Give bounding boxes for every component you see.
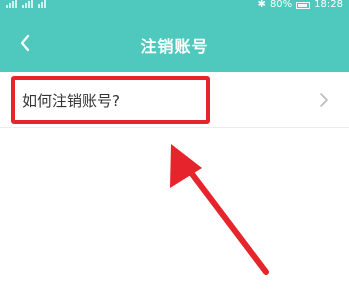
signal-icon-2 xyxy=(22,0,33,8)
status-time: 18:28 xyxy=(314,0,343,10)
bluetooth-icon: ✱ xyxy=(257,0,266,10)
battery-percent: 80% xyxy=(269,0,293,10)
battery-icon xyxy=(296,1,311,9)
page-title: 注销账号 xyxy=(140,37,209,56)
wifi-icon xyxy=(38,0,46,8)
list-item-label: 如何注销账号? xyxy=(22,92,120,110)
status-icons-left xyxy=(6,0,46,8)
status-icons-right: ✱ 80% 18:28 xyxy=(258,0,343,10)
app-header: 注销账号 xyxy=(0,14,349,72)
list-item-how-to-cancel-account[interactable]: 如何注销账号? xyxy=(0,72,349,128)
signal-icon xyxy=(6,0,17,8)
status-bar: ✱ 80% 18:28 xyxy=(0,0,349,14)
chevron-right-icon xyxy=(320,93,328,107)
